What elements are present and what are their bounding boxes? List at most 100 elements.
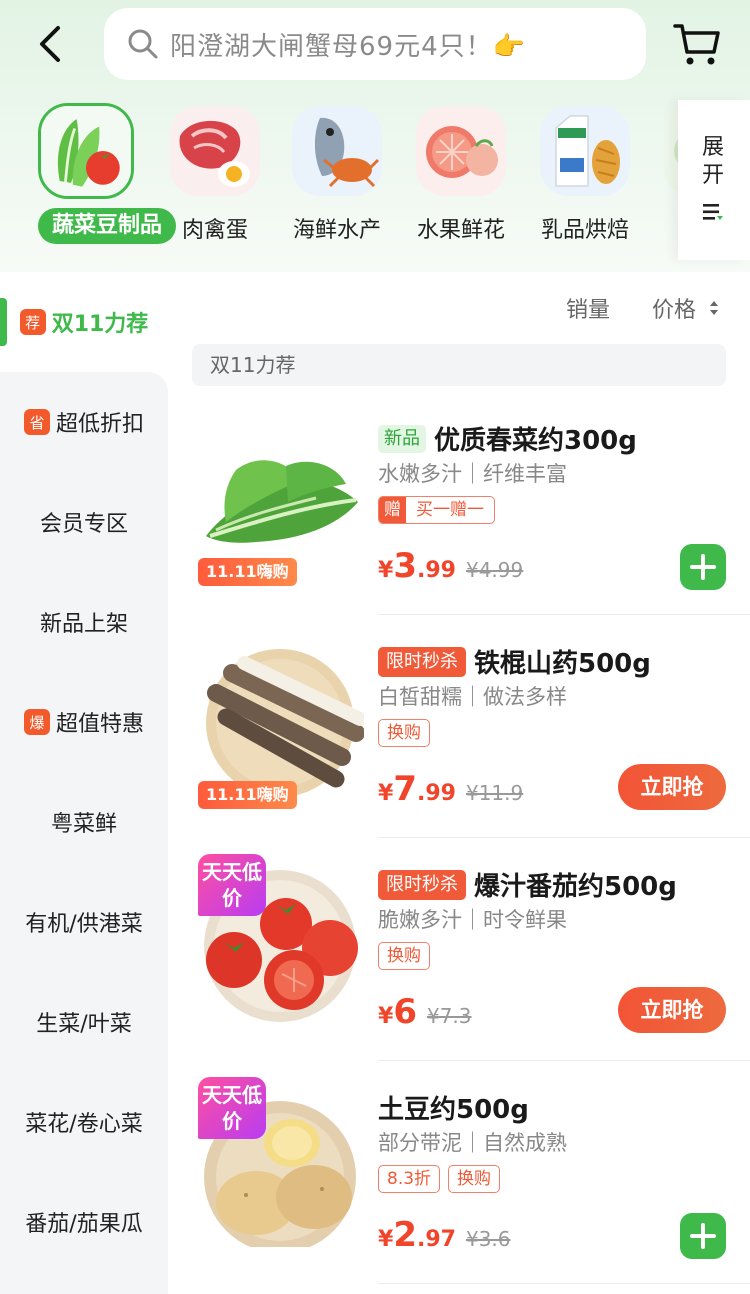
sidebar-item-leafy[interactable]: 生菜/叶菜 (0, 972, 168, 1072)
header-area: 阳澄湖大闸蟹母69元4只！👉 蔬菜豆制品 肉禽蛋 海鲜水产 水果鲜花 乳品烘焙 … (0, 0, 750, 272)
new-product-chip: 新品 (378, 424, 426, 453)
vegetables-thumbnail (38, 103, 134, 199)
spring-greens-image (206, 460, 358, 543)
sidebar-item-tomato[interactable]: 番茄/茄果瓜 (0, 1172, 168, 1272)
product-price: ¥ 7 .99 ¥11.9 (378, 769, 523, 809)
divider (378, 1060, 750, 1061)
exchange-tag: 换购 (378, 719, 430, 747)
flash-sale-chip: 限时秒杀 (378, 646, 466, 677)
expand-categories-button[interactable]: 展开 (678, 100, 750, 260)
product-name: 优质春菜约300g (434, 426, 637, 456)
fruit-thumbnail (416, 106, 506, 196)
category-item-frozen[interactable]: 冷 (644, 100, 680, 250)
original-price: ¥11.9 (465, 781, 524, 805)
sort-by-sales[interactable]: 销量 (566, 292, 610, 324)
search-placeholder: 阳澄湖大闸蟹母69元4只！👉 (170, 31, 526, 62)
category-label: 海鲜水产 (292, 218, 381, 243)
search-bar[interactable]: 阳澄湖大闸蟹母69元4只！👉 (104, 8, 646, 80)
sidebar-item-discount[interactable]: 省 超低折扣 (0, 372, 168, 472)
product-card-potato[interactable]: 天天低价 土豆约500g 部分带泥｜自然成熟 8.3折 换购 ¥ 2 .97 ¥… (192, 1069, 750, 1292)
seafood-thumbnail (292, 106, 382, 196)
sidebar-item-label: 番茄/茄果瓜 (25, 1212, 143, 1237)
product-title-row: 新品 优质春菜约300g (378, 420, 637, 457)
section-title: 双11力荐 (192, 344, 726, 386)
sidebar-item-label: 超值特惠 (55, 712, 144, 737)
product-tags: 换购 (378, 942, 438, 970)
sidebar-item-label: 菜花/卷心菜 (25, 1112, 143, 1137)
grab-now-button[interactable]: 立即抢 (618, 764, 726, 810)
category-item-meat[interactable]: 肉禽蛋 (150, 100, 280, 250)
category-label: 乳品烘焙 (540, 218, 629, 243)
category-label: 肉禽蛋 (181, 218, 248, 243)
product-title-row: 土豆约500g (378, 1089, 529, 1126)
gift-tag: 赠 买一赠一 (378, 496, 495, 524)
product-price: ¥ 3 .99 ¥4.99 (378, 546, 523, 586)
product-card-spring-greens[interactable]: 11.11嗨购 新品 优质春菜约300g 水嫩多汁｜纤维丰富 赠 买一赠一 ¥ … (192, 400, 750, 623)
sidebar-item-label: 双11力荐 (51, 312, 149, 337)
price-integer: 7 (393, 769, 417, 809)
original-price: ¥7.3 (426, 1004, 472, 1028)
discount-tag: 8.3折 (378, 1165, 441, 1193)
add-to-cart-button[interactable] (680, 544, 726, 590)
hot-tag: 爆 (23, 709, 50, 735)
category-item-vegetables[interactable]: 蔬菜豆制品 (20, 100, 176, 250)
product-name: 铁棍山药500g (474, 649, 651, 679)
sidebar-item-double11[interactable]: 荐 双11力荐 (0, 272, 168, 372)
price-integer: 2 (393, 1215, 417, 1255)
product-description: 白皙甜糯｜做法多样 (378, 685, 567, 709)
product-name: 爆汁番茄约500g (474, 872, 677, 902)
list-expand-icon (703, 204, 723, 220)
sidebar-item-cantonese[interactable]: 粤菜鲜 (0, 772, 168, 872)
category-item-dairy[interactable]: 乳品烘焙 (520, 100, 650, 250)
product-description: 水嫩多汁｜纤维丰富 (378, 462, 567, 486)
product-tags: 8.3折 换购 (378, 1165, 508, 1193)
product-name: 土豆约500g (378, 1095, 529, 1125)
sidebar-item-label: 有机/供港菜 (25, 912, 143, 937)
sidebar-item-organic[interactable]: 有机/供港菜 (0, 872, 168, 972)
currency-symbol: ¥ (378, 558, 394, 583)
product-tags: 赠 买一赠一 (378, 496, 495, 524)
sidebar-item-members[interactable]: 会员专区 (0, 472, 168, 572)
exchange-tag: 换购 (378, 942, 430, 970)
product-price: ¥ 2 .97 ¥3.6 (378, 1215, 511, 1255)
grab-now-button[interactable]: 立即抢 (618, 987, 726, 1033)
category-label: 水果鲜花 (416, 218, 505, 243)
sidebar-item-label: 新品上架 (39, 612, 128, 637)
save-tag: 省 (23, 409, 50, 435)
daily-low-price-badge: 天天低价 (198, 1077, 266, 1139)
product-description: 部分带泥｜自然成熟 (378, 1131, 567, 1155)
double11-badge: 11.11嗨购 (198, 781, 297, 809)
price-decimal: .99 (416, 558, 456, 583)
price-integer: 3 (393, 546, 417, 586)
meat-thumbnail (170, 106, 260, 196)
price-decimal: .97 (416, 1227, 456, 1252)
price-decimal: .99 (416, 781, 456, 806)
double11-badge: 11.11嗨购 (198, 558, 297, 586)
product-card-yam[interactable]: 11.11嗨购 限时秒杀 铁棍山药500g 白皙甜糯｜做法多样 换购 ¥ 7 .… (192, 623, 750, 846)
product-price: ¥ 6 ¥7.3 (378, 992, 472, 1032)
sort-arrows-icon (710, 301, 718, 315)
exchange-tag: 换购 (448, 1165, 501, 1193)
divider (378, 1283, 750, 1284)
sidebar-item-special-deals[interactable]: 爆 超值特惠 (0, 672, 168, 772)
sidebar-item-cabbage[interactable]: 菜花/卷心菜 (0, 1072, 168, 1172)
sidebar-item-label: 会员专区 (39, 512, 128, 537)
category-item-fruit[interactable]: 水果鲜花 (396, 100, 526, 250)
sidebar-item-label: 粤菜鲜 (50, 812, 117, 837)
product-card-tomato[interactable]: 天天低价 限时秒杀 爆汁番茄约500g 脆嫩多汁｜时令鲜果 换购 ¥ 6 ¥7.… (192, 846, 750, 1069)
price-integer: 6 (393, 992, 417, 1032)
currency-symbol: ¥ (378, 1004, 394, 1029)
gift-tag-label: 赠 (379, 497, 406, 523)
product-tags: 换购 (378, 719, 438, 747)
category-item-seafood[interactable]: 海鲜水产 (272, 100, 402, 250)
expand-label: 展开 (702, 135, 725, 188)
cart-icon[interactable] (672, 20, 722, 68)
sort-by-price[interactable]: 价格 (652, 292, 696, 324)
sidebar-item-new-arrivals[interactable]: 新品上架 (0, 572, 168, 672)
daily-low-price-badge: 天天低价 (198, 854, 266, 916)
chevron-left-icon[interactable] (30, 22, 74, 66)
category-label: 冷 (644, 212, 680, 244)
add-to-cart-button[interactable] (680, 1213, 726, 1259)
gift-tag-text: 买一赠一 (416, 500, 484, 520)
sidebar-item-label: 生菜/叶菜 (36, 1012, 132, 1037)
